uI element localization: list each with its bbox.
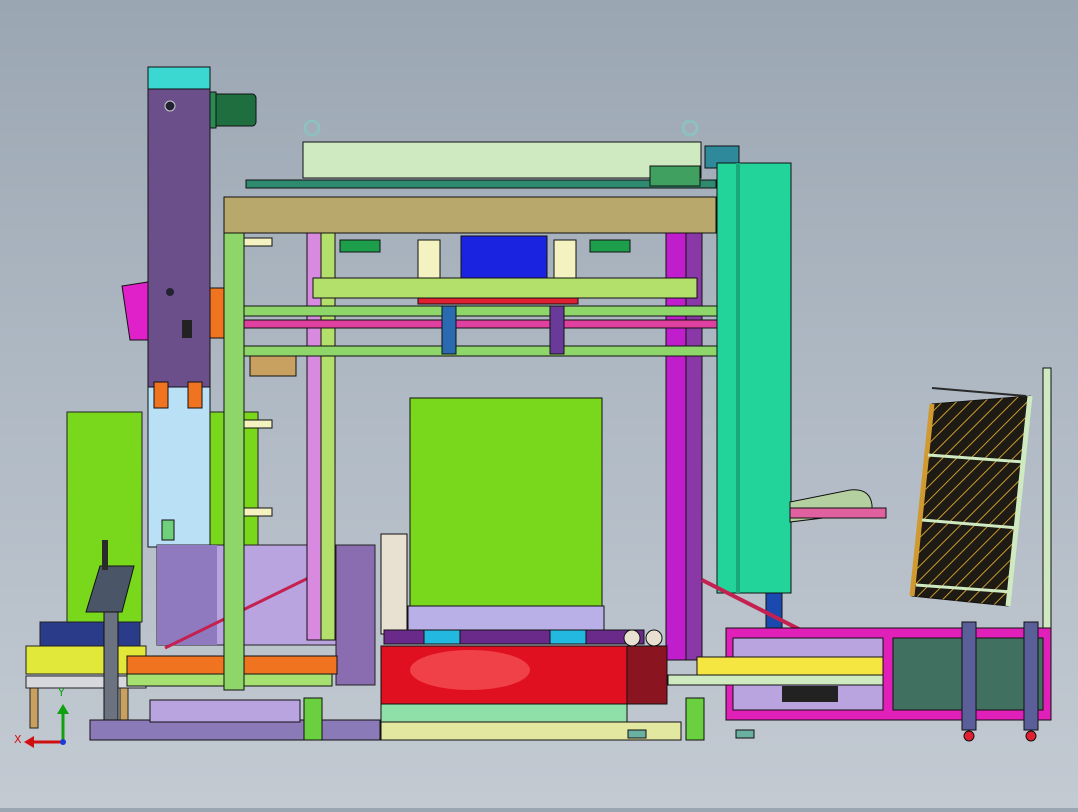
motor-flange xyxy=(209,91,217,129)
triad-origin-icon xyxy=(60,739,66,745)
roller-cyan-2 xyxy=(549,629,587,645)
load-pallet xyxy=(407,605,605,631)
control-panel-post xyxy=(103,611,119,723)
orange-side-bracket xyxy=(209,287,225,339)
press-cylinder-right xyxy=(589,239,631,253)
guide-rod xyxy=(245,179,717,189)
lower-column-light-blue xyxy=(147,386,211,548)
teal-column-edge xyxy=(736,163,740,593)
column-clamp xyxy=(182,320,192,338)
machine-assembly-drawing xyxy=(24,66,1052,748)
post-tab-2 xyxy=(243,419,273,429)
press-cylinder-left xyxy=(339,239,381,253)
rack-top-rod xyxy=(931,387,1027,397)
column-base-plate xyxy=(89,719,381,741)
film-drum-side xyxy=(335,544,376,686)
column-bracket-right xyxy=(187,381,203,409)
turntable-side xyxy=(626,645,668,705)
rack-leg-right xyxy=(1023,621,1039,731)
rail-carriage-blue xyxy=(441,305,457,355)
drive-motor-icon xyxy=(211,93,257,127)
turntable-base xyxy=(380,703,628,723)
top-lifting-beam xyxy=(302,141,702,179)
main-vertical-column xyxy=(147,88,211,388)
turntable-highlight xyxy=(410,650,530,690)
base-foot xyxy=(303,697,323,741)
triad-x-label: X xyxy=(14,733,22,746)
triad-x-arrow-icon xyxy=(24,736,34,748)
press-rod-left xyxy=(417,239,441,281)
base-foot-2 xyxy=(685,697,705,741)
gantry-motor xyxy=(649,165,701,187)
lifting-eye-icon-left xyxy=(303,119,321,137)
column-bolt-icon-2 xyxy=(166,288,174,296)
rail-carriage-purple xyxy=(549,305,565,355)
load-panel xyxy=(409,397,603,609)
roller-cyan xyxy=(423,629,461,645)
caster-icon xyxy=(963,730,975,742)
triad-y-label: Y xyxy=(58,686,65,699)
horizontal-rail-1 xyxy=(243,305,735,317)
column-sensor xyxy=(161,519,175,541)
press-rod-right xyxy=(553,239,577,281)
roller-end-icon-2 xyxy=(645,629,663,647)
cad-viewport[interactable]: X Y xyxy=(0,0,1078,808)
horizontal-rail-magenta xyxy=(243,319,735,329)
film-roll-stack xyxy=(380,533,408,635)
right-yellow-conveyor xyxy=(696,656,884,676)
roller-end-icon xyxy=(623,629,641,647)
gantry-crossbeam xyxy=(223,196,717,234)
rail-end-block xyxy=(249,355,297,377)
leveling-foot-icon xyxy=(735,729,755,739)
press-frame-band xyxy=(312,277,698,299)
column-bracket-left xyxy=(153,381,169,409)
column-bolt-icon xyxy=(164,100,176,112)
lifting-eye-icon-right xyxy=(681,119,699,137)
leveling-foot-icon-2 xyxy=(627,729,647,739)
post-tab-3 xyxy=(243,507,273,517)
horizontal-rail-2 xyxy=(243,345,735,357)
right-base-slot xyxy=(782,686,838,702)
left-conveyor-leg xyxy=(29,687,39,729)
column-base-block xyxy=(149,699,301,723)
roller-bar xyxy=(383,629,645,645)
left-green-post xyxy=(223,229,245,691)
triad-y-arrow-icon xyxy=(57,704,69,714)
rack-leg-left xyxy=(961,621,977,731)
control-panel-antenna xyxy=(102,540,108,570)
left-conveyor-belt xyxy=(39,621,141,647)
right-teal-column xyxy=(716,162,792,594)
column-cap xyxy=(147,66,211,90)
rack-upright xyxy=(1042,367,1052,629)
magenta-side-bracket xyxy=(121,281,149,341)
caster-icon-2 xyxy=(1025,730,1037,742)
arm-rail xyxy=(789,507,887,519)
right-conveyor-base xyxy=(667,674,884,686)
film-drum-shade xyxy=(157,545,217,645)
post-tab xyxy=(243,237,273,247)
